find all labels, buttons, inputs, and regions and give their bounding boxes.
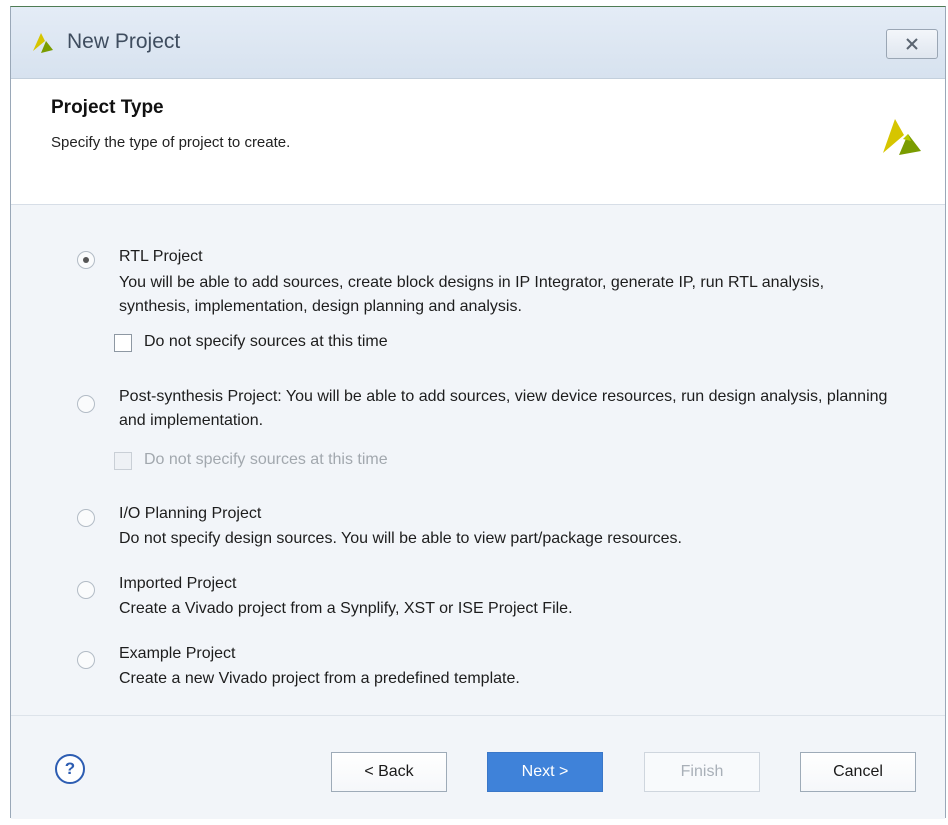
header-panel: Project Type Specify the type of project… [11,79,945,205]
rtl-project-radio[interactable] [77,251,95,269]
project-type-options: RTL Project You will be able to add sour… [11,205,945,715]
close-icon [906,38,918,50]
imported-project-description: Create a Vivado project from a Synplify,… [119,600,573,617]
finish-button: Finish [644,752,760,792]
io-planning-description: Do not specify design sources. You will … [119,530,682,547]
back-button[interactable]: < Back [331,752,447,792]
post-synthesis-title: Post-synthesis Project: You will be able… [119,388,888,429]
imported-project-radio[interactable] [77,581,95,599]
new-project-dialog: New Project Project Type Specify the typ… [10,6,946,819]
post-synthesis-skip-sources-checkbox [114,452,132,470]
next-button[interactable]: Next > [487,752,603,792]
rtl-skip-sources-checkbox[interactable] [114,334,132,352]
post-synthesis-skip-sources-label: Do not specify sources at this time [144,451,388,468]
example-project-description: Create a new Vivado project from a prede… [119,670,520,687]
close-button[interactable] [886,29,938,59]
example-project-title: Example Project [119,645,236,662]
post-synthesis-radio[interactable] [77,395,95,413]
page-title: Project Type [51,97,164,118]
example-project-radio[interactable] [77,651,95,669]
cancel-button[interactable]: Cancel [800,752,916,792]
imported-project-title: Imported Project [119,575,237,592]
dialog-footer: ? < Back Next > Finish Cancel [11,715,945,819]
title-bar[interactable]: New Project [11,7,945,79]
page-subtitle: Specify the type of project to create. [51,134,291,151]
window-title: New Project [67,30,181,53]
io-planning-radio[interactable] [77,509,95,527]
help-button[interactable]: ? [55,754,85,784]
vivado-logo-icon [883,119,921,155]
rtl-project-title: RTL Project [119,248,203,265]
vivado-logo-icon [33,33,53,53]
rtl-project-description: You will be able to add sources, create … [119,274,825,315]
rtl-skip-sources-label: Do not specify sources at this time [144,333,388,350]
io-planning-title: I/O Planning Project [119,505,262,522]
